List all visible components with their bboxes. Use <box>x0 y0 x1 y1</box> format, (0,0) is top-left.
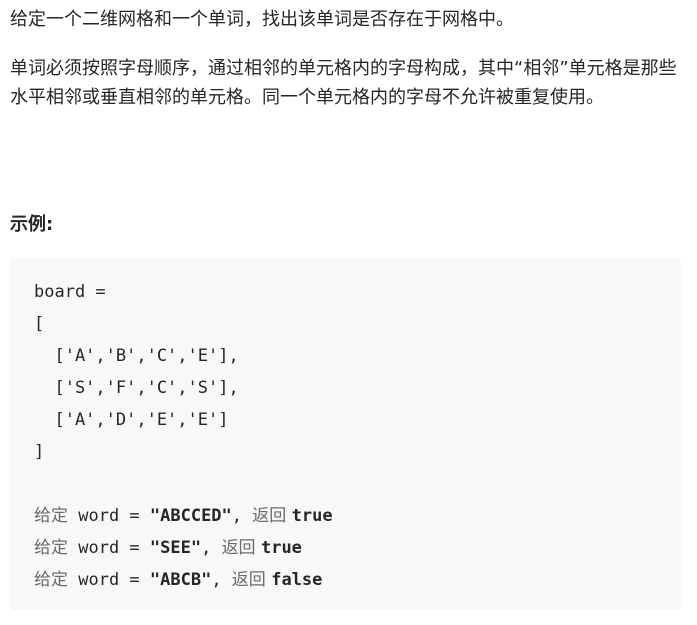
separator: , <box>201 538 222 558</box>
problem-rules: 单词必须按照字母顺序，通过相邻的单元格内的字母构成，其中“相邻”单元格是那些水平… <box>10 58 677 108</box>
return-label: 返回 <box>252 506 292 526</box>
return-label: 返回 <box>221 538 261 558</box>
problem-statement: 给定一个二维网格和一个单词，找出该单词是否存在于网格中。 <box>10 9 514 30</box>
word-assign: word = <box>68 538 150 558</box>
example-line-1: 给定 word = "ABCCED", 返回 true <box>34 500 333 532</box>
given-label: 给定 <box>34 570 68 590</box>
example-heading: 示例: <box>10 214 54 235</box>
result-value: false <box>271 570 323 590</box>
code-lines: board = [ ['A','B','C','E'], ['S','F','C… <box>34 276 333 596</box>
code-line-open-bracket: [ <box>34 314 45 334</box>
example-code-block: board = [ ['A','B','C','E'], ['S','F','C… <box>10 258 681 610</box>
result-value: true <box>260 538 302 558</box>
given-label: 给定 <box>34 538 68 558</box>
code-line-row-2: ['S','F','C','S'], <box>34 378 239 398</box>
code-line-row-3: ['A','D','E','E'] <box>34 410 229 430</box>
separator: , <box>231 506 253 526</box>
example-line-3: 给定 word = "ABCB", 返回 false <box>34 564 333 596</box>
word-value: "ABCCED" <box>149 506 232 526</box>
example-line-2: 给定 word = "SEE", 返回 true <box>34 532 333 564</box>
code-line-board: board = <box>34 282 106 302</box>
word-assign: word = <box>68 570 150 590</box>
word-value: "SEE" <box>149 538 202 558</box>
return-label: 返回 <box>231 570 272 590</box>
code-line-row-1: ['A','B','C','E'], <box>34 346 239 366</box>
code-line-close-bracket: ] <box>34 442 45 462</box>
word-assign: word = <box>68 506 150 526</box>
result-value: true <box>291 506 333 526</box>
word-value: "ABCB" <box>149 570 212 590</box>
separator: , <box>211 570 232 590</box>
given-label: 给定 <box>34 506 68 526</box>
